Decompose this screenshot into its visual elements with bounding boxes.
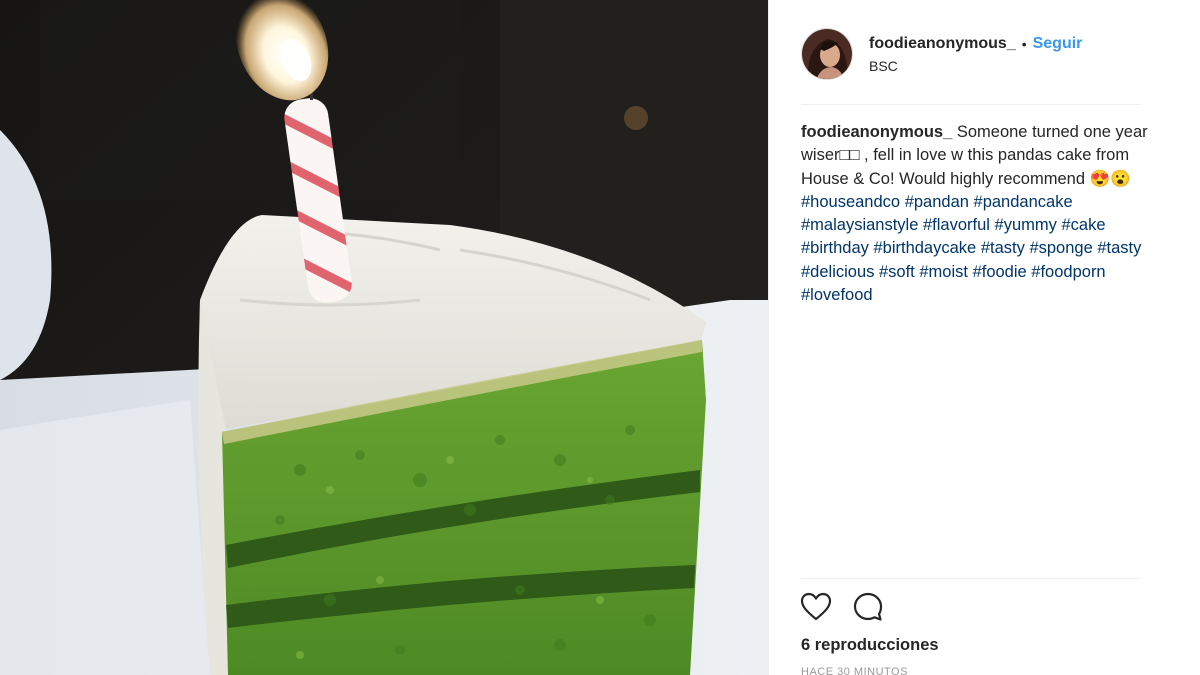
hashtag-link[interactable]: #malaysianstyle [801,216,918,234]
hashtag-link[interactable]: #pandan [905,193,969,211]
comment-icon [853,592,883,621]
hashtag-link[interactable]: #delicious [801,263,874,281]
post-media[interactable] [0,0,768,675]
hashtag-link[interactable]: #tasty [1097,239,1141,257]
follow-button[interactable]: Seguir [1033,34,1083,54]
caption-username[interactable]: foodieanonymous_ [801,123,952,141]
post-caption: foodieanonymous_ Someone turned one year… [801,121,1153,307]
heart-icon [800,592,832,621]
post-location[interactable]: BSC [869,58,1082,74]
comment-button[interactable] [851,590,885,624]
hashtag-link[interactable]: #sponge [1029,239,1092,257]
post-header: foodieanonymous_ • Seguir BSC [801,28,1141,82]
hashtag-link[interactable]: #flavorful [923,216,990,234]
post-timestamp: HACE 30 MINUTOS [801,666,908,675]
avatar-image [802,29,852,79]
hashtag-link[interactable]: #lovefood [801,286,873,304]
action-bar [799,590,903,624]
avatar[interactable] [801,28,853,80]
view-count[interactable]: 6 reproducciones [801,636,939,655]
hashtag-link[interactable]: #tasty [981,239,1025,257]
cake-video-frame [0,0,768,675]
divider [801,104,1141,105]
hashtag-link[interactable]: #birthdaycake [873,239,976,257]
hashtag-list: #houseandco #pandan #pandancake #malaysi… [801,193,1141,304]
divider [801,578,1141,579]
hashtag-link[interactable]: #pandancake [974,193,1073,211]
hashtag-link[interactable]: #houseandco [801,193,900,211]
hashtag-link[interactable]: #cake [1061,216,1105,234]
hashtag-link[interactable]: #birthday [801,239,869,257]
separator-dot: • [1021,36,1027,52]
hashtag-link[interactable]: #foodporn [1031,263,1105,281]
hashtag-link[interactable]: #moist [919,263,968,281]
post-username[interactable]: foodieanonymous_ [869,34,1016,54]
like-button[interactable] [799,590,833,624]
hashtag-link[interactable]: #foodie [973,263,1027,281]
post-details-panel: foodieanonymous_ • Seguir BSC foodieanon… [768,0,1200,675]
hashtag-link[interactable]: #yummy [995,216,1057,234]
hashtag-link[interactable]: #soft [879,263,915,281]
